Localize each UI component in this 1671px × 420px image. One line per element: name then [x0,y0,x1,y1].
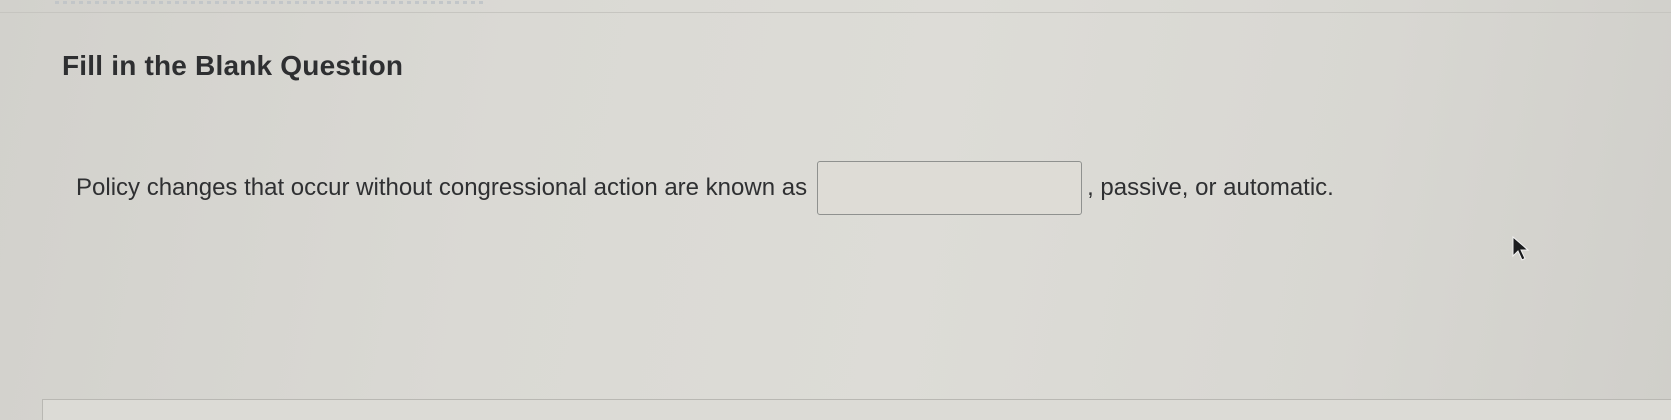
mouse-pointer-icon [1512,236,1530,261]
prompt-text-before: Policy changes that occur without congre… [76,174,808,201]
progress-dots [55,1,485,4]
top-border [0,0,1671,13]
blank-answer-input[interactable] [817,161,1083,215]
question-prompt: Policy changes that occur without congre… [76,161,1334,215]
prompt-text-after: , passive, or automatic. [1087,174,1334,201]
question-heading: Fill in the Blank Question [62,50,404,81]
next-question-panel [42,399,1671,420]
question-screen: Fill in the Blank Question Policy change… [0,0,1671,420]
